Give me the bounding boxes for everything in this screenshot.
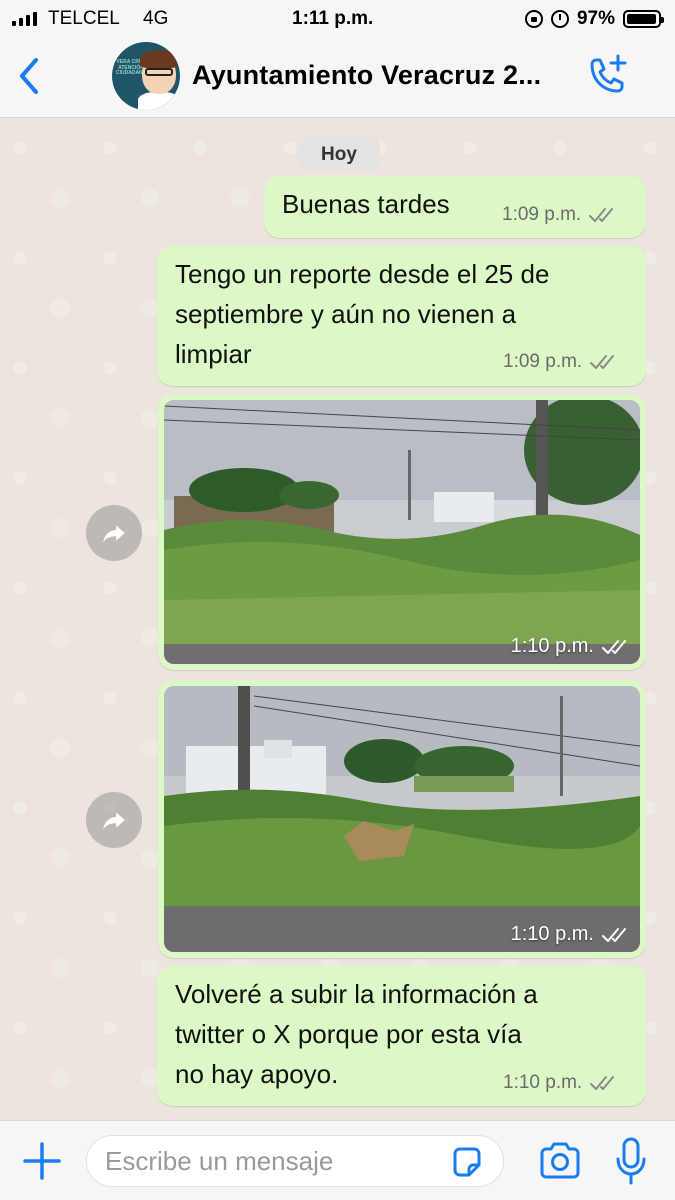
forward-icon (103, 525, 125, 543)
message-timestamp: 1:10 p.m. (503, 1072, 583, 1093)
chat-title[interactable]: Ayuntamiento Veracruz 2... (192, 60, 541, 91)
forward-icon (103, 812, 125, 830)
image-message[interactable]: 1:10 p.m. (158, 394, 646, 670)
avatar-glasses (145, 68, 173, 76)
avatar-hair (140, 50, 178, 68)
battery-icon (623, 10, 664, 28)
battery-percent: 97% (576, 8, 615, 29)
double-check-icon (590, 355, 615, 369)
message-time: 1:10 p.m. (511, 923, 630, 946)
message-time: 1:09 p.m. (503, 351, 618, 373)
sticker-button[interactable] (450, 1145, 484, 1179)
message-line: limpiar (175, 339, 252, 369)
status-bar: TELCEL 4G 1:11 p.m. 97% (0, 0, 675, 38)
message-time: 1:09 p.m. (502, 204, 617, 226)
plus-icon (23, 1142, 61, 1180)
image-message[interactable]: 1:10 p.m. (158, 680, 646, 958)
photo[interactable]: 1:10 p.m. (164, 686, 640, 952)
status-time: 1:11 p.m. (292, 8, 374, 29)
input-bar (0, 1120, 675, 1200)
avatar[interactable]: VERA CRUZ ATENCIÓN CIUDADANA (112, 42, 180, 110)
forward-button[interactable] (86, 792, 142, 848)
orientation-lock-icon (524, 10, 543, 28)
chevron-left-icon (20, 58, 38, 94)
message-timestamp: 1:10 p.m. (510, 635, 594, 657)
message-timestamp: 1:09 p.m. (503, 351, 583, 372)
microphone-icon (616, 1137, 646, 1185)
message-bubble[interactable]: Tengo un reporte desde el 25 de septiemb… (157, 246, 646, 386)
double-check-icon (602, 927, 626, 942)
camera-button[interactable] (538, 1141, 582, 1181)
signal-icon (12, 12, 37, 26)
message-timestamp: 1:09 p.m. (502, 204, 582, 225)
message-line: twitter o X porque por esta vía (175, 1019, 522, 1049)
message-bubble[interactable]: Volveré a subir la información a twitter… (157, 966, 646, 1106)
microphone-button[interactable] (614, 1135, 648, 1187)
message-line: Volveré a subir la información a (175, 979, 538, 1009)
message-input[interactable] (86, 1135, 504, 1187)
attach-button[interactable] (22, 1141, 62, 1181)
message-line: septiembre y aún no vienen a (175, 299, 517, 329)
message-text: Buenas tardes (282, 189, 450, 219)
message-time: 1:10 p.m. (511, 635, 630, 658)
chat-area[interactable]: Hoy Buenas tardes 1:09 p.m. Tengo un rep… (0, 118, 675, 1120)
forward-button[interactable] (86, 505, 142, 561)
double-check-icon (589, 208, 614, 222)
add-call-button[interactable] (584, 54, 630, 98)
sticker-icon (453, 1147, 481, 1177)
message-timestamp: 1:10 p.m. (510, 923, 594, 945)
avatar-body (138, 92, 180, 110)
message-time: 1:10 p.m. (503, 1072, 618, 1094)
add-call-icon (590, 54, 627, 93)
camera-icon (540, 1142, 580, 1179)
message-line: Tengo un reporte desde el 25 de (175, 259, 550, 289)
message-bubble[interactable]: Buenas tardes 1:09 p.m. (264, 176, 646, 238)
vacant-lot-photo (164, 400, 640, 664)
carrier-name: TELCEL (48, 8, 120, 29)
chat-header: VERA CRUZ ATENCIÓN CIUDADANA Ayuntamient… (0, 38, 675, 118)
overgrown-lot-photo (164, 686, 640, 952)
date-separator: Hoy (298, 138, 380, 172)
network-type: 4G (143, 8, 169, 29)
double-check-icon (590, 1076, 615, 1090)
back-button[interactable] (14, 54, 44, 98)
status-icons: 97% (524, 8, 664, 30)
double-check-icon (602, 639, 626, 654)
message-line: no hay apoyo. (175, 1059, 339, 1089)
alarm-icon (550, 10, 569, 28)
photo[interactable]: 1:10 p.m. (164, 400, 640, 664)
